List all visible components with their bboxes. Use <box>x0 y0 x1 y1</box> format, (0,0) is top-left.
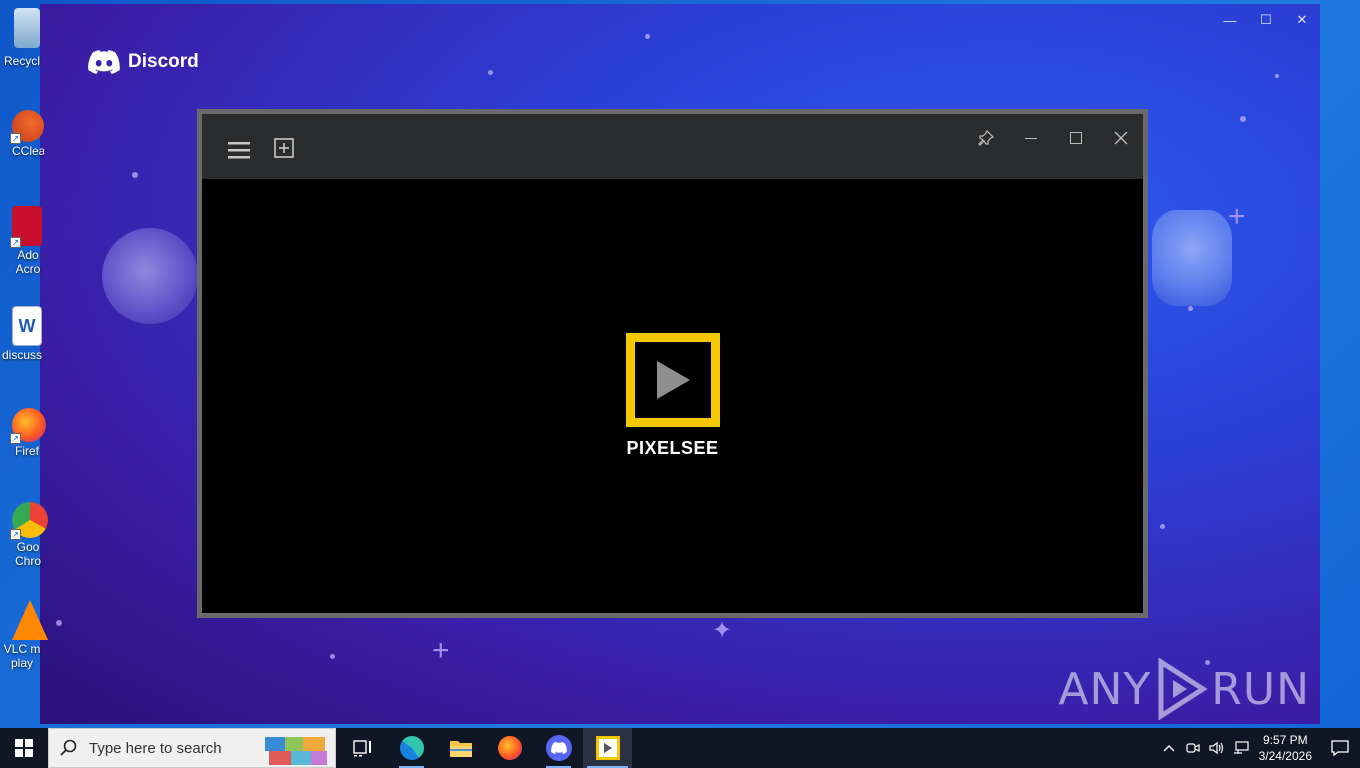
planet-decor <box>102 228 198 324</box>
star-decor <box>330 654 335 659</box>
discord-window-controls: — ☐ ✕ <box>1212 4 1320 36</box>
desktop-icon-label: VLC m play <box>3 642 41 670</box>
meet-now-icon[interactable] <box>1181 728 1205 768</box>
star-decor <box>1160 524 1165 529</box>
desktop-icon-label: Firef <box>15 444 39 458</box>
task-view-icon <box>352 740 371 757</box>
creature-decor <box>1152 210 1232 306</box>
sparkle-decor: + <box>432 634 450 667</box>
star-decor <box>1275 74 1279 78</box>
notification-center-button[interactable] <box>1320 728 1360 768</box>
desktop-icon-recycle-bin[interactable]: Recycl <box>0 8 44 68</box>
add-file-icon[interactable] <box>274 138 294 158</box>
star-decor <box>645 34 650 39</box>
desktop: + ✦ + — ☐ ✕ Discord Recycl ↗ CClea ↗ Ado <box>0 0 1360 728</box>
desktop-icon-ccleaner[interactable]: ↗ CClea <box>0 110 44 158</box>
pixelsee-icon <box>595 736 620 760</box>
watermark-text: ANY <box>1058 663 1152 715</box>
folder-icon <box>449 741 472 757</box>
star-decor <box>488 70 493 75</box>
star-decor <box>1188 306 1193 311</box>
notification-icon <box>1331 740 1349 756</box>
search-placeholder: Type here to search <box>89 739 222 757</box>
recycle-bin-icon <box>14 8 40 48</box>
desktop-icon-label: Ado Acro <box>15 248 41 276</box>
maximize-icon[interactable] <box>1053 126 1098 150</box>
watermark-text: RUN <box>1211 663 1310 715</box>
desktop-icon-label: Goo Chro <box>14 540 41 568</box>
close-icon[interactable] <box>1098 126 1143 150</box>
discord-icon <box>545 735 572 761</box>
star-decor <box>132 172 138 178</box>
pixelsee-name: PIXELSEE <box>626 438 719 458</box>
taskbar: Type here to search 9:57 PM 3/24/2026 <box>0 728 1360 768</box>
star-decor <box>56 620 62 626</box>
pixelsee-logo: PIXELSEE <box>625 333 720 459</box>
desktop-icons: Recycl ↗ CClea ↗ Ado Acro W discuss ↗ Fi… <box>0 0 48 728</box>
vlc-icon <box>12 600 48 640</box>
desktop-icon-label: discuss <box>1 348 42 362</box>
search-icon <box>49 739 89 757</box>
desktop-icon-vlc[interactable]: VLC m play <box>0 600 48 670</box>
play-frame-icon <box>625 333 720 427</box>
desktop-icon-firefox[interactable]: ↗ Firef <box>0 408 46 458</box>
minimize-icon[interactable]: — <box>1212 4 1248 36</box>
desktop-icon-word-doc[interactable]: W discuss <box>0 306 44 362</box>
anyrun-watermark: ANY RUN <box>1058 658 1310 720</box>
hamburger-menu-icon[interactable] <box>228 138 250 162</box>
taskbar-discord[interactable] <box>534 728 583 768</box>
close-icon[interactable]: ✕ <box>1284 4 1320 36</box>
edge-icon <box>399 736 424 760</box>
pin-icon[interactable] <box>963 126 1008 150</box>
start-button[interactable] <box>0 728 48 768</box>
desktop-icon-chrome[interactable]: ↗ Goo Chro <box>0 502 48 568</box>
windows-logo-icon <box>15 739 33 757</box>
firefox-icon: ↗ <box>10 408 46 444</box>
firefox-icon <box>497 736 522 760</box>
desktop-icon-acrobat[interactable]: ↗ Ado Acro <box>0 206 44 276</box>
acrobat-icon: ↗ <box>10 206 42 248</box>
discord-logo-icon <box>88 50 120 74</box>
taskbar-edge[interactable] <box>387 728 436 768</box>
system-tray: 9:57 PM 3/24/2026 <box>1157 728 1360 768</box>
sparkle-decor: ✦ <box>712 617 733 644</box>
desktop-icon-label: Recycl <box>3 54 40 68</box>
discord-brand-name: Discord <box>128 51 199 72</box>
pixelsee-window-controls <box>963 126 1143 150</box>
volume-icon[interactable] <box>1205 728 1229 768</box>
search-highlight-puzzle-icon <box>265 737 327 765</box>
anyrun-play-icon <box>1158 658 1208 720</box>
taskbar-task-view[interactable] <box>338 728 387 768</box>
chevron-up-icon[interactable] <box>1157 728 1181 768</box>
clock-time: 9:57 PM <box>1262 733 1308 747</box>
taskbar-clock[interactable]: 9:57 PM 3/24/2026 <box>1259 732 1312 764</box>
minimize-icon[interactable] <box>1008 126 1053 150</box>
pixelsee-titlebar[interactable] <box>202 114 1143 179</box>
taskbar-file-explorer[interactable] <box>436 728 485 768</box>
desktop-icon-label: CClea <box>12 144 44 158</box>
network-icon[interactable] <box>1229 728 1253 768</box>
ccleaner-icon: ↗ <box>10 110 44 144</box>
word-doc-icon: W <box>12 306 42 346</box>
chrome-icon: ↗ <box>10 502 48 540</box>
taskbar-pixelsee[interactable] <box>583 728 632 768</box>
discord-brand: Discord <box>88 50 199 74</box>
star-decor <box>1240 116 1246 122</box>
taskbar-firefox[interactable] <box>485 728 534 768</box>
maximize-icon[interactable]: ☐ <box>1248 4 1284 36</box>
taskbar-search-box[interactable]: Type here to search <box>48 728 336 768</box>
pixelsee-window[interactable]: PIXELSEE <box>197 109 1148 618</box>
clock-date: 3/24/2026 <box>1258 749 1312 763</box>
